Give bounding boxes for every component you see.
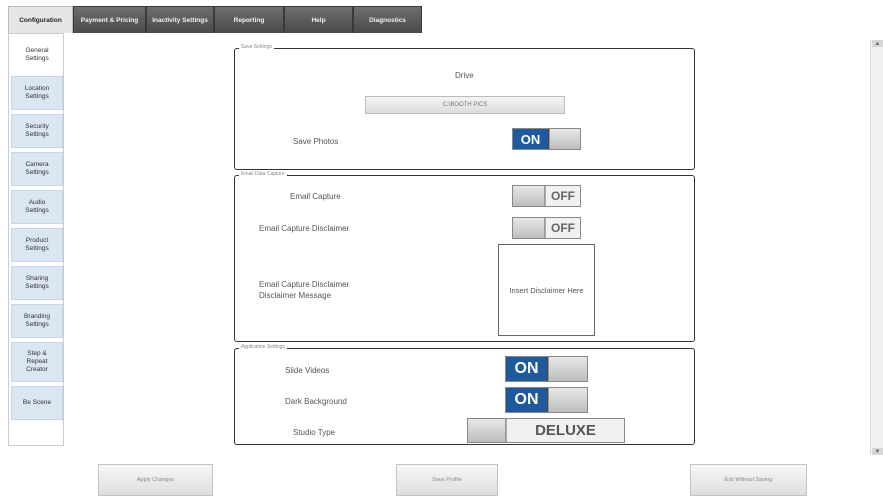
sidebar-item-step-repeat-creator[interactable]: Step & Repeat Creator xyxy=(11,342,63,382)
slide-videos-toggle[interactable]: ON xyxy=(505,356,588,382)
dark-background-toggle[interactable]: ON xyxy=(505,387,588,413)
sidebar: General Settings Location Settings Secur… xyxy=(8,33,64,446)
sidebar-item-general-settings[interactable]: General Settings xyxy=(11,38,63,72)
email-capture-legend: Email Data Capture xyxy=(239,171,287,177)
scroll-down-arrow-icon[interactable]: ▼ xyxy=(872,448,883,455)
content-panel: Save Settings Drive C:\BOOTH PICS Save P… xyxy=(64,33,870,446)
app-window: Configuration Payment & Pricing Inactivi… xyxy=(0,0,883,502)
sidebar-item-audio-settings[interactable]: Audio Settings xyxy=(11,190,63,224)
tab-reporting[interactable]: Reporting xyxy=(214,6,284,33)
slide-videos-label: Slide Videos xyxy=(285,366,330,375)
tab-help[interactable]: Help xyxy=(284,6,353,33)
disclaimer-message-label-line1: Email Capture Disclaimer xyxy=(259,280,350,289)
email-capture-disclaimer-toggle[interactable]: OFF xyxy=(512,217,581,239)
email-capture-group: Email Data Capture Email Capture OFF Ema… xyxy=(234,171,695,342)
apply-changes-button[interactable]: Apply Changes xyxy=(98,464,213,496)
toggle-knob xyxy=(513,186,545,206)
toggle-knob xyxy=(549,129,580,149)
tab-payment-pricing[interactable]: Payment & Pricing xyxy=(73,6,146,33)
toggle-on-label: ON xyxy=(506,388,548,412)
tab-diagnostics[interactable]: Diagnostics xyxy=(353,6,422,33)
sidebar-item-security-settings[interactable]: Security Settings xyxy=(11,114,63,148)
toggle-knob xyxy=(548,357,587,381)
toggle-on-label: ON xyxy=(513,129,549,149)
application-settings-legend: Application Settings xyxy=(239,344,287,350)
application-settings-group: Application Settings Slide Videos ON Dar… xyxy=(234,344,695,445)
studio-type-label: Studio Type xyxy=(293,428,336,437)
tab-inactivity-settings[interactable]: Inactivity Settings xyxy=(146,6,214,33)
drive-label: Drive xyxy=(455,71,474,80)
drive-path-button[interactable]: C:\BOOTH PICS xyxy=(365,96,565,114)
save-profile-button[interactable]: Save Profile xyxy=(396,464,498,496)
toggle-on-label: ON xyxy=(506,357,548,381)
sidebar-item-branding-settings[interactable]: Branding Settings xyxy=(11,304,63,338)
sidebar-item-sharing-settings[interactable]: Sharing Settings xyxy=(11,266,63,300)
email-capture-disclaimer-label: Email Capture Disclaimer xyxy=(259,224,350,233)
save-photos-label: Save Photos xyxy=(293,137,339,146)
save-settings-legend: Save Settings xyxy=(239,44,274,50)
dark-background-label: Dark Background xyxy=(285,397,347,406)
email-capture-toggle[interactable]: OFF xyxy=(512,185,581,207)
sidebar-item-location-settings[interactable]: Location Settings xyxy=(11,76,63,110)
scroll-up-arrow-icon[interactable]: ▲ xyxy=(872,40,883,47)
sidebar-item-be-scene[interactable]: Be Scene xyxy=(11,386,63,420)
studio-type-value: DELUXE xyxy=(506,419,624,442)
save-settings-group: Save Settings Drive C:\BOOTH PICS Save P… xyxy=(234,44,695,170)
toggle-off-label: OFF xyxy=(545,218,580,238)
toggle-off-label: OFF xyxy=(545,186,580,206)
toggle-knob xyxy=(468,419,506,442)
save-photos-toggle[interactable]: ON xyxy=(512,128,581,150)
toggle-knob xyxy=(513,218,545,238)
exit-without-saving-button[interactable]: Exit Without Saving xyxy=(690,464,807,496)
vertical-scrollbar[interactable]: ▲ ▼ xyxy=(870,40,883,455)
email-capture-label: Email Capture xyxy=(290,192,341,201)
studio-type-toggle[interactable]: DELUXE xyxy=(467,418,625,443)
sidebar-item-camera-settings[interactable]: Camera Settings xyxy=(11,152,63,186)
tab-configuration[interactable]: Configuration xyxy=(8,6,73,33)
disclaimer-message-label-line2: Disclaimer Message xyxy=(259,291,332,300)
sidebar-item-product-settings[interactable]: Product Settings xyxy=(11,228,63,262)
disclaimer-message-textbox[interactable]: Insert Disclaimer Here xyxy=(498,244,595,336)
toggle-knob xyxy=(548,388,587,412)
